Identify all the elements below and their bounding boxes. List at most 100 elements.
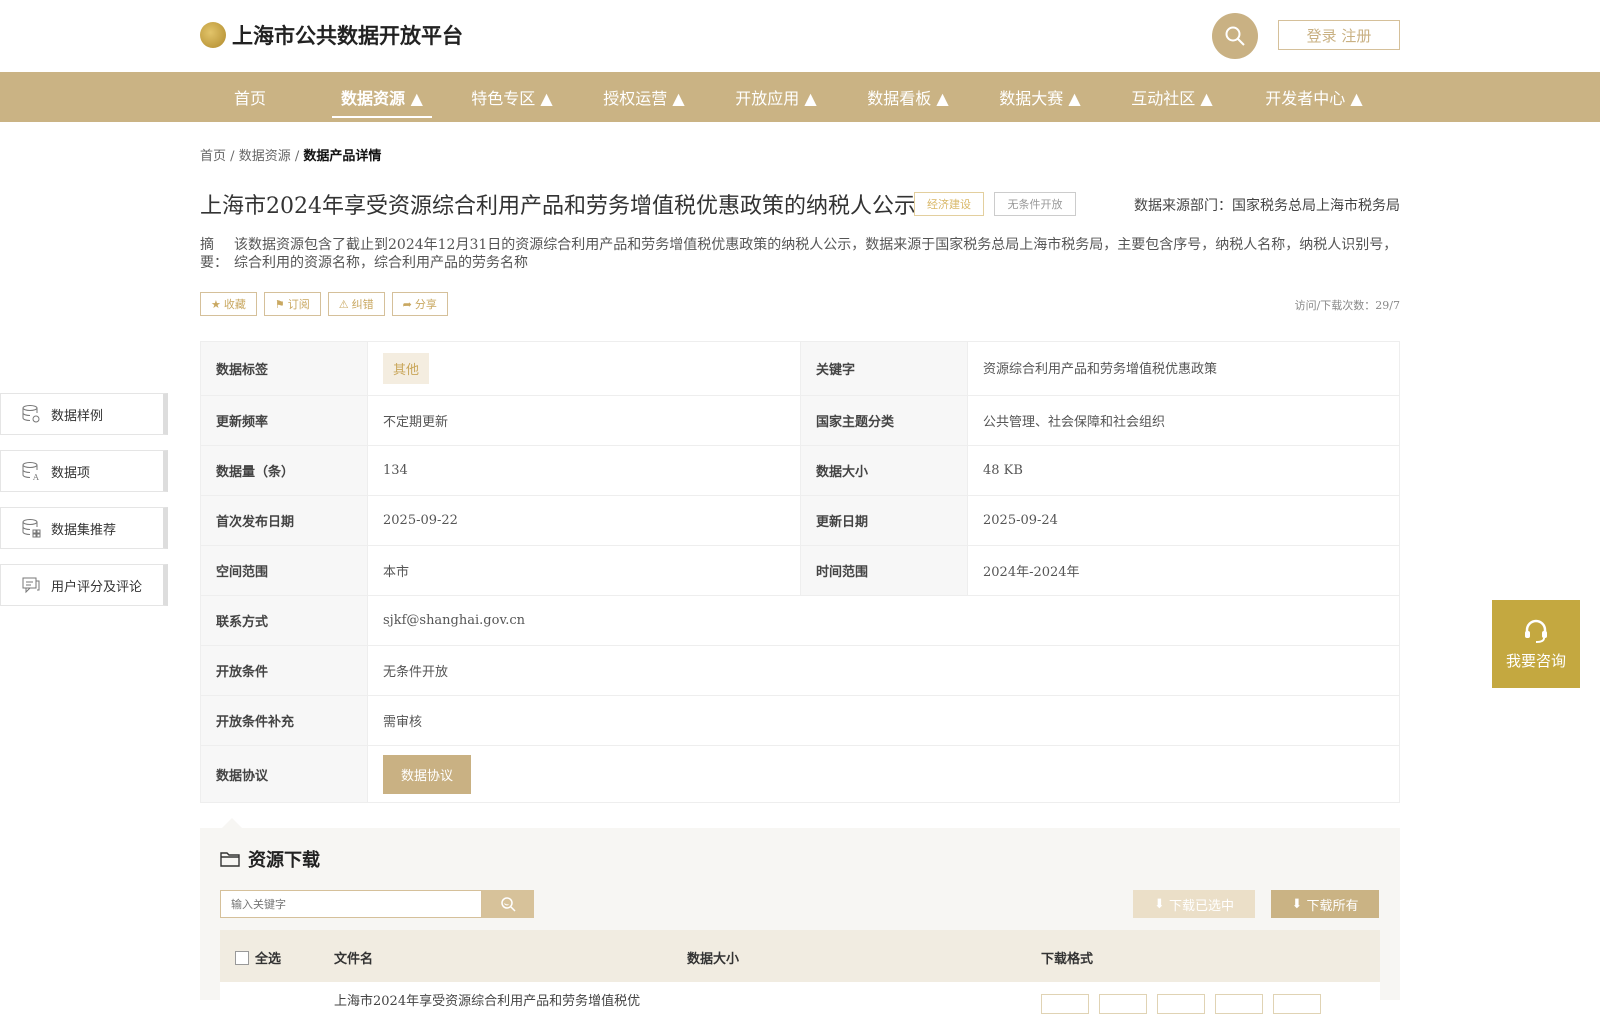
share-icon: ➦ (402, 297, 412, 311)
nav-developer-center[interactable]: 开发者中心 ▲ (1254, 72, 1374, 122)
download-all-label: 下载所有 (1306, 898, 1359, 914)
file-search-button[interactable] (482, 890, 534, 918)
database-text-icon: A (22, 462, 39, 481)
side-item-data-fields[interactable]: A 数据项 (0, 450, 168, 492)
open-condition-extra-label: 开放条件补充 (200, 695, 368, 746)
breadcrumb-separator: / (294, 149, 300, 164)
database-gear-icon (22, 405, 40, 423)
search-button[interactable] (1212, 13, 1258, 59)
summary-label: 摘 要： (200, 237, 228, 271)
search-icon (1225, 26, 1245, 46)
format-button[interactable] (1041, 994, 1089, 1014)
comment-icon (22, 577, 40, 594)
keyword-value: 资源综合利用产品和劳务增值税优惠政策 (967, 341, 1400, 396)
national-theme-label: 国家主题分类 (800, 395, 968, 446)
side-item-data-sample[interactable]: 数据样例 (0, 393, 168, 435)
nav-open-apps[interactable]: 开放应用 ▲ (726, 72, 826, 122)
main-nav: 首页 数据资源 ▲ 特色专区 ▲ 授权运营 ▲ 开放应用 ▲ 数据看板 ▲ 数据… (0, 72, 1600, 122)
update-frequency-label: 更新频率 (200, 395, 368, 446)
side-item-label: 数据项 (51, 465, 91, 481)
table-row: 上海市2024年享受资源综合利用产品和劳务增值税优 (220, 982, 1380, 1014)
favorite-button[interactable]: ★ 收藏 (200, 292, 257, 316)
format-button[interactable] (1157, 994, 1205, 1014)
breadcrumb-separator: / (230, 149, 235, 164)
breadcrumb-section[interactable]: 数据资源 (239, 149, 291, 164)
breadcrumb-home[interactable]: 首页 (200, 149, 226, 164)
nav-data-resources[interactable]: 数据资源 ▲ (332, 72, 432, 122)
update-frequency-value: 不定期更新 (367, 395, 801, 446)
page-title: 上海市2024年享受资源综合利用产品和劳务增值税优惠政策的纳税人公示 (200, 194, 916, 219)
download-section-title: 资源下载 (220, 846, 320, 872)
database-grid-icon (22, 519, 41, 538)
open-condition-extra-value: 需审核 (367, 695, 1400, 746)
download-all-button[interactable]: ⬇ 下载所有 (1271, 890, 1379, 918)
logo-emblem-icon (200, 22, 226, 48)
info-row: 数据量（条） 134 数据大小 48 KB (200, 445, 1400, 496)
login-register-button[interactable]: 登录 注册 (1278, 20, 1400, 50)
col-format: 下载格式 (1041, 952, 1094, 967)
nav-special-zone[interactable]: 特色专区 ▲ (462, 72, 562, 122)
open-condition-value: 无条件开放 (367, 645, 1400, 696)
subscribe-button[interactable]: ⚑ 订阅 (263, 292, 321, 316)
download-icon: ⬇ (1154, 896, 1165, 912)
update-date-label: 更新日期 (800, 495, 968, 546)
star-icon: ★ (211, 297, 221, 311)
report-error-button[interactable]: ⚠ 纠错 (327, 292, 385, 316)
report-label: 纠错 (351, 298, 374, 311)
file-search-input[interactable] (220, 890, 482, 918)
time-range-value: 2024年-2024年 (967, 545, 1400, 596)
info-row: 数据协议 数据协议 (200, 745, 1400, 803)
spatial-range-value: 本市 (367, 545, 801, 596)
consult-label: 我要咨询 (1505, 651, 1566, 670)
headset-icon (1525, 619, 1547, 643)
side-item-label: 数据集推荐 (51, 522, 117, 538)
category-tag: 经济建设 (914, 192, 984, 216)
info-row: 首次发布日期 2025-09-22 更新日期 2025-09-24 (200, 495, 1400, 546)
search-icon (501, 897, 516, 912)
action-bar: ★ 收藏 ⚑ 订阅 ⚠ 纠错 ➦ 分享 (200, 292, 448, 316)
spatial-range-label: 空间范围 (200, 545, 368, 596)
side-item-label: 数据样例 (51, 408, 104, 424)
nav-community[interactable]: 互动社区 ▲ (1122, 72, 1222, 122)
nav-authorized-ops[interactable]: 授权运营 ▲ (594, 72, 694, 122)
side-item-user-reviews[interactable]: 用户评分及评论 (0, 564, 168, 606)
first-publish-label: 首次发布日期 (200, 495, 368, 546)
format-button[interactable] (1273, 994, 1321, 1014)
record-count-label: 数据量（条） (200, 445, 368, 496)
contact-label: 联系方式 (200, 595, 368, 646)
summary: 摘 要： 该数据资源包含了截止到2024年12月31日的资源综合利用产品和劳务增… (200, 236, 1400, 272)
nav-data-board[interactable]: 数据看板 ▲ (858, 72, 958, 122)
data-agreement-button[interactable]: 数据协议 (383, 754, 472, 794)
col-size: 数据大小 (687, 952, 740, 967)
data-size-label: 数据大小 (800, 445, 968, 496)
format-button[interactable] (1099, 994, 1147, 1014)
select-all-label: 全选 (255, 952, 282, 967)
svg-text:A: A (32, 473, 39, 481)
first-publish-value: 2025-09-22 (367, 495, 801, 546)
open-type-tag: 无条件开放 (994, 192, 1076, 216)
site-logo[interactable]: 上海市公共数据开放平台 (200, 20, 463, 50)
download-selected-button[interactable]: ⬇ 下载已选中 (1133, 890, 1255, 918)
select-all[interactable]: 全选 (235, 948, 281, 967)
source-department: 数据来源部门：国家税务总局上海市税务局 (1134, 198, 1400, 214)
agreement-label: 数据协议 (200, 745, 368, 803)
info-row: 开放条件 无条件开放 (200, 645, 1400, 696)
section-caret (222, 818, 242, 828)
consult-button[interactable]: 我要咨询 (1492, 600, 1580, 688)
summary-text: 该数据资源包含了截止到2024年12月31日的资源综合利用产品和劳务增值税优惠政… (234, 237, 1398, 271)
side-item-dataset-recommend[interactable]: 数据集推荐 (0, 507, 168, 549)
info-row: 空间范围 本市 时间范围 2024年-2024年 (200, 545, 1400, 596)
format-button[interactable] (1215, 994, 1263, 1014)
data-tag-chip[interactable]: 其他 (383, 353, 430, 384)
select-all-checkbox[interactable] (235, 951, 249, 965)
side-item-label: 用户评分及评论 (51, 579, 143, 595)
open-condition-label: 开放条件 (200, 645, 368, 696)
resource-download-section: 资源下载 ⬇ 下载已选中 ⬇ 下载所有 全选 文件名 数据大小 下载格式 上海市… (200, 828, 1400, 1014)
nav-home[interactable]: 首页 (210, 72, 290, 122)
share-button[interactable]: ➦ 分享 (391, 292, 448, 316)
nav-data-contest[interactable]: 数据大赛 ▲ (990, 72, 1090, 122)
folder-icon (220, 852, 240, 867)
breadcrumb-current: 数据产品详情 (303, 149, 382, 164)
time-range-label: 时间范围 (800, 545, 968, 596)
bookmark-icon: ⚑ (274, 297, 285, 311)
